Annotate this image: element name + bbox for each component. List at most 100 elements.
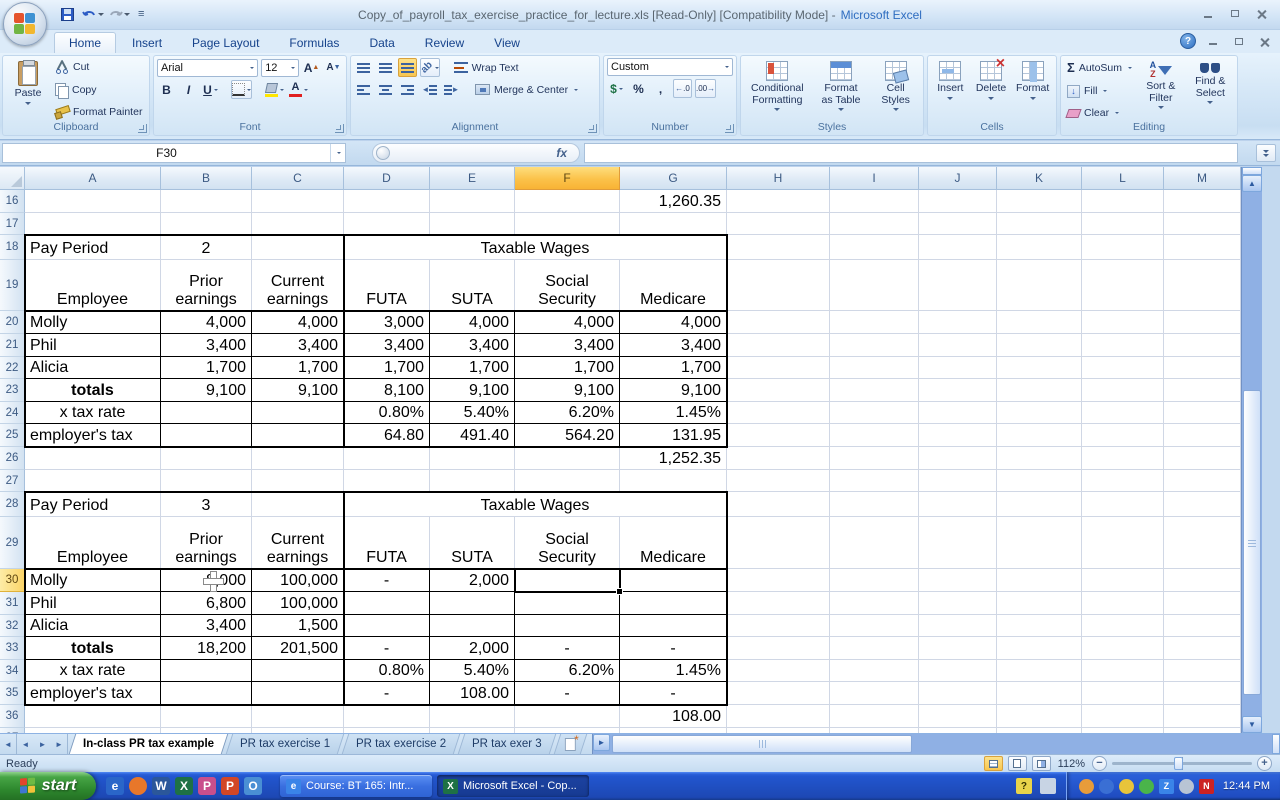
cell-B18[interactable]: 2 — [161, 235, 252, 260]
cell-A29[interactable]: Employee — [25, 517, 161, 569]
row-header-19[interactable]: 19 — [0, 260, 25, 311]
cell-M34[interactable] — [1164, 660, 1241, 682]
word-icon[interactable]: W — [152, 777, 170, 795]
cell-L25[interactable] — [1082, 424, 1164, 447]
powerpoint-icon[interactable]: P — [221, 777, 239, 795]
cell-H23[interactable] — [727, 379, 830, 402]
cell-I25[interactable] — [830, 424, 919, 447]
cell-H16[interactable] — [727, 190, 830, 213]
cell-B17[interactable] — [161, 213, 252, 235]
cell-I31[interactable] — [830, 592, 919, 615]
cell-styles-button[interactable]: Cell Styles — [874, 58, 918, 121]
cell-K16[interactable] — [997, 190, 1082, 213]
column-header-C[interactable]: C — [252, 167, 344, 190]
column-header-L[interactable]: L — [1082, 167, 1164, 190]
shrink-font-button[interactable]: A▼ — [324, 58, 343, 77]
cell-F32[interactable] — [515, 615, 620, 637]
cell-I22[interactable] — [830, 357, 919, 379]
cell-D33[interactable]: - — [344, 637, 430, 660]
fill-color-button[interactable] — [263, 80, 285, 99]
cell-J26[interactable] — [919, 447, 997, 470]
tab-view[interactable]: View — [480, 33, 534, 53]
cell-M17[interactable] — [1164, 213, 1241, 235]
cell-E23[interactable]: 9,100 — [430, 379, 515, 402]
zoom-level[interactable]: 112% — [1058, 758, 1085, 770]
cell-K28[interactable] — [997, 492, 1082, 517]
cell-F31[interactable] — [515, 592, 620, 615]
cell-B23[interactable]: 9,100 — [161, 379, 252, 402]
cell-A18[interactable]: Pay Period — [25, 235, 161, 260]
cell-I24[interactable] — [830, 402, 919, 424]
cell-J18[interactable] — [919, 235, 997, 260]
cell-H18[interactable] — [727, 235, 830, 260]
cell-I27[interactable] — [830, 470, 919, 492]
excel-icon[interactable]: X — [175, 777, 193, 795]
cell-B19[interactable]: Prior earnings — [161, 260, 252, 311]
cell-E16[interactable] — [430, 190, 515, 213]
cell-D31[interactable] — [344, 592, 430, 615]
cell-M22[interactable] — [1164, 357, 1241, 379]
task-button-browser[interactable]: eCourse: BT 165: Intr... — [280, 775, 432, 797]
copy-button[interactable]: Copy — [52, 82, 145, 98]
cell-J29[interactable] — [919, 517, 997, 569]
cell-H33[interactable] — [727, 637, 830, 660]
cell-C25[interactable] — [252, 424, 344, 447]
cell-M31[interactable] — [1164, 592, 1241, 615]
cell-M21[interactable] — [1164, 334, 1241, 357]
cell-K20[interactable] — [997, 311, 1082, 334]
cell-B36[interactable] — [161, 705, 252, 728]
cell-I20[interactable] — [830, 311, 919, 334]
cell-G20[interactable]: 4,000 — [620, 311, 727, 334]
cell-J33[interactable] — [919, 637, 997, 660]
cell-C27[interactable] — [252, 470, 344, 492]
sheet-tab-pr-tax-exercise-2[interactable]: PR tax exercise 2 — [342, 734, 461, 754]
cell-D22[interactable]: 1,700 — [344, 357, 430, 379]
cell-E31[interactable] — [430, 592, 515, 615]
cell-L28[interactable] — [1082, 492, 1164, 517]
cell-D20[interactable]: 3,000 — [344, 311, 430, 334]
cell-A16[interactable] — [25, 190, 161, 213]
cell-G30[interactable] — [620, 569, 727, 592]
cell-L35[interactable] — [1082, 682, 1164, 705]
cell-C21[interactable]: 3,400 — [252, 334, 344, 357]
customize-qat-button[interactable]: ≡ — [138, 8, 143, 20]
fill-button[interactable]: ↓Fill — [1064, 84, 1135, 99]
cell-D35[interactable]: - — [344, 682, 430, 705]
cell-L20[interactable] — [1082, 311, 1164, 334]
cell-H22[interactable] — [727, 357, 830, 379]
scroll-up-button[interactable]: ▲ — [1242, 175, 1262, 192]
cell-D23[interactable]: 8,100 — [344, 379, 430, 402]
cell-C30[interactable]: 100,000 — [252, 569, 344, 592]
cell-L34[interactable] — [1082, 660, 1164, 682]
cell-D32[interactable] — [344, 615, 430, 637]
format-painter-button[interactable]: Format Painter — [52, 104, 145, 120]
cell-J20[interactable] — [919, 311, 997, 334]
cell-M16[interactable] — [1164, 190, 1241, 213]
cell-H29[interactable] — [727, 517, 830, 569]
cell-M30[interactable] — [1164, 569, 1241, 592]
cell-J31[interactable] — [919, 592, 997, 615]
cell-A26[interactable] — [25, 447, 161, 470]
cell-K35[interactable] — [997, 682, 1082, 705]
column-header-K[interactable]: K — [997, 167, 1082, 190]
tab-formulas[interactable]: Formulas — [275, 33, 353, 53]
cell-M32[interactable] — [1164, 615, 1241, 637]
font-name-combo[interactable]: Arial — [157, 59, 258, 77]
cell-B16[interactable] — [161, 190, 252, 213]
cell-D28[interactable]: Taxable Wages — [344, 492, 727, 517]
publisher-icon[interactable]: P — [198, 777, 216, 795]
start-button[interactable]: start — [0, 772, 96, 800]
cell-H34[interactable] — [727, 660, 830, 682]
cell-E29[interactable]: SUTA — [430, 517, 515, 569]
column-header-I[interactable]: I — [830, 167, 919, 190]
cell-F24[interactable]: 6.20% — [515, 402, 620, 424]
cell-J27[interactable] — [919, 470, 997, 492]
cell-D36[interactable] — [344, 705, 430, 728]
select-all-corner[interactable] — [0, 167, 25, 190]
cell-K26[interactable] — [997, 447, 1082, 470]
cut-button[interactable]: Cut — [52, 59, 145, 75]
cell-K29[interactable] — [997, 517, 1082, 569]
cell-E22[interactable]: 1,700 — [430, 357, 515, 379]
cell-G32[interactable] — [620, 615, 727, 637]
row-header-22[interactable]: 22 — [0, 357, 25, 379]
